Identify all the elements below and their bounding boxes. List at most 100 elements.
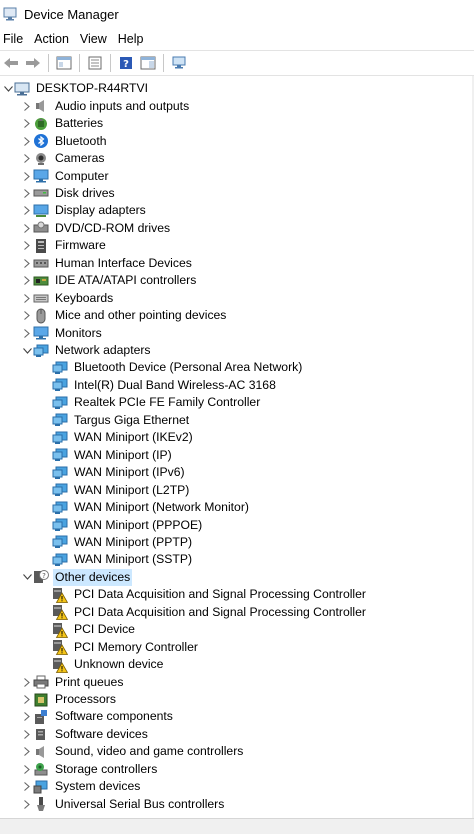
chevron-right-icon[interactable] [21,255,33,272]
usb-icon [33,796,49,812]
chevron-right-icon[interactable] [21,98,33,115]
tree-category-keyboards[interactable]: Keyboards [21,289,115,307]
tree-category-computer[interactable]: Computer [21,167,111,185]
tree-category-mice-and-other-pointing-devices[interactable]: Mice and other pointing devices [21,307,228,325]
tree-category-other-devices[interactable]: ? Other devices [21,568,133,587]
forward-icon[interactable] [22,52,44,74]
tree-category-print-queues[interactable]: Print queues [21,673,125,691]
chevron-down-icon[interactable] [2,80,14,97]
chevron-right-icon[interactable] [21,726,33,743]
tree-device-intel-r-dual-band-wireless-ac-3168[interactable]: Intel(R) Dual Band Wireless-AC 3168 [40,377,278,395]
chevron-right-icon[interactable] [21,133,33,150]
help-icon[interactable]: ? [115,52,137,74]
chevron-right-icon[interactable] [21,202,33,219]
tree-category-display-adapters[interactable]: Display adapters [21,202,148,220]
tree-category-sound-video-and-game-controllers[interactable]: Sound, video and game controllers [21,743,245,761]
chevron-right-icon[interactable] [21,674,33,691]
chevron-down-icon[interactable] [21,569,33,586]
tree-device-pci-data-acquisition-and-signal-processing-controller[interactable]: PCI Data Acquisition and Signal Processi… [40,604,368,622]
chevron-right-icon[interactable] [21,290,33,307]
tree-category-human-interface-devices[interactable]: Human Interface Devices [21,255,194,273]
tree-category-ide-ata-atapi-controllers[interactable]: IDE ATA/ATAPI controllers [21,272,198,290]
menu-view[interactable]: View [75,28,113,50]
tree-category-audio-inputs-and-outputs[interactable]: Audio inputs and outputs [21,97,191,115]
tree-category-dvd-cd-rom-drives[interactable]: DVD/CD-ROM drives [21,220,172,238]
camera-icon [33,151,49,167]
chevron-right-icon[interactable] [21,691,33,708]
chevron-right-icon[interactable] [21,708,33,725]
tree-device-wan-miniport-ip[interactable]: WAN Miniport (IP) [40,446,174,464]
tree-item-label: WAN Miniport (L2TP) [74,482,190,497]
tree-device-wan-miniport-ipv6[interactable]: WAN Miniport (IPv6) [40,464,187,482]
toolbar-separator [110,54,111,72]
svg-text:?: ? [42,572,46,580]
chevron-right-icon[interactable] [21,272,33,289]
chevron-right-icon[interactable] [21,220,33,237]
tree-device-wan-miniport-pptp[interactable]: WAN Miniport (PPTP) [40,534,194,552]
tree-item-label: Firmware [55,238,106,253]
tree-device-wan-miniport-pppoe[interactable]: WAN Miniport (PPPOE) [40,516,204,534]
tree-root[interactable]: DESKTOP-R44RTVI [2,80,150,98]
properties-icon[interactable] [84,52,106,74]
tree-category-system-devices[interactable]: System devices [21,778,142,796]
keyboard-icon [33,290,49,306]
chevron-right-icon[interactable] [21,796,33,813]
menu-help[interactable]: Help [113,28,150,50]
chevron-right-icon[interactable] [21,115,33,132]
svg-text:?: ? [123,59,129,70]
tree-device-pci-device[interactable]: PCI Device [40,621,137,639]
chevron-right-icon[interactable] [21,168,33,185]
tree-category-software-components[interactable]: Software components [21,708,175,726]
menu-action[interactable]: Action [29,28,75,50]
chevron-down-icon[interactable] [21,342,33,359]
device-manager-app-icon [2,6,18,22]
warning-device-icon [52,639,68,656]
tree-category-universal-serial-bus-controllers[interactable]: Universal Serial Bus controllers [21,795,226,813]
tree-category-batteries[interactable]: Batteries [21,115,105,133]
tree-item-label: Network adapters [55,343,151,357]
tree-device-wan-miniport-network-monitor[interactable]: WAN Miniport (Network Monitor) [40,499,251,517]
chevron-right-icon[interactable] [21,185,33,202]
tree-category-software-devices[interactable]: Software devices [21,726,150,744]
tree-item-label: Display adapters [55,203,146,218]
tree-item-label: Keyboards [55,290,114,305]
tree-device-pci-memory-controller[interactable]: PCI Memory Controller [40,638,200,656]
tree-category-cameras[interactable]: Cameras [21,150,106,168]
tree-item-label: WAN Miniport (IPv6) [74,465,185,480]
chevron-right-icon[interactable] [21,325,33,342]
tree-category-processors[interactable]: Processors [21,691,118,709]
tree-device-wan-miniport-ikev2[interactable]: WAN Miniport (IKEv2) [40,429,195,447]
tree-device-wan-miniport-sstp[interactable]: WAN Miniport (SSTP) [40,551,194,569]
tree-device-pci-data-acquisition-and-signal-processing-controller[interactable]: PCI Data Acquisition and Signal Processi… [40,586,368,604]
tree-device-bluetooth-device-personal-area-network[interactable]: Bluetooth Device (Personal Area Network) [40,359,304,377]
tree-category-network-adapters[interactable]: Network adapters [21,342,153,360]
chevron-right-icon[interactable] [21,743,33,760]
system-device-icon [33,779,49,795]
tree-device-unknown-device[interactable]: Unknown device [40,656,165,674]
toolbar: ? [0,50,474,76]
chevron-right-icon[interactable] [21,761,33,778]
chevron-right-icon[interactable] [21,307,33,324]
chevron-right-icon[interactable] [21,150,33,167]
chevron-right-icon[interactable] [21,237,33,254]
tree-category-disk-drives[interactable]: Disk drives [21,185,117,203]
scan-hardware-icon[interactable] [168,52,190,74]
tree-device-wan-miniport-l2tp[interactable]: WAN Miniport (L2TP) [40,481,191,499]
network-adapter-icon [52,395,68,411]
tree-category-storage-controllers[interactable]: Storage controllers [21,761,159,779]
tree-category-monitors[interactable]: Monitors [21,324,104,342]
menu-file[interactable]: File [0,28,29,50]
back-icon[interactable] [0,52,22,74]
tree-device-targus-giga-ethernet[interactable]: Targus Giga Ethernet [40,412,191,430]
tree-category-firmware[interactable]: Firmware [21,237,108,255]
tree-device-realtek-pcie-fe-family-controller[interactable]: Realtek PCIe FE Family Controller [40,394,262,412]
tree-item-label: PCI Data Acquisition and Signal Processi… [74,587,366,602]
chevron-right-icon[interactable] [21,778,33,795]
action-pane-icon[interactable] [137,52,159,74]
tree-category-bluetooth[interactable]: Bluetooth [21,132,109,150]
console-tree-icon[interactable] [53,52,75,74]
